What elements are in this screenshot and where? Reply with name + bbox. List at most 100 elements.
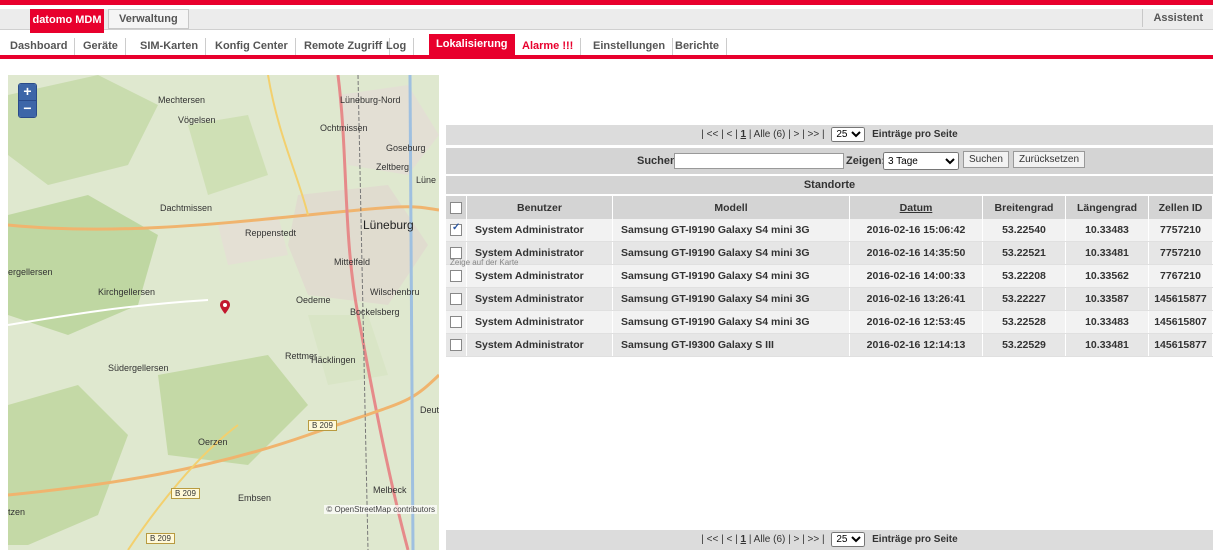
- cell-laengengrad: 10.33481: [1065, 241, 1149, 265]
- tab-berichte[interactable]: Berichte: [668, 38, 728, 55]
- nav-verwaltung[interactable]: Verwaltung: [108, 9, 189, 29]
- row-checkbox-cell: [446, 333, 467, 357]
- select-all-header: [446, 196, 467, 219]
- map-place-label: Vögelsen: [178, 115, 216, 125]
- table-row[interactable]: System AdministratorSamsung GT-I9190 Gal…: [446, 310, 1213, 334]
- row-checkbox-cell: [446, 287, 467, 311]
- cell-benutzer: System Administrator: [466, 310, 613, 334]
- main-tabs: Dashboard Geräte SIM-Karten Konfig Center Re…: [0, 34, 1213, 56]
- cell-benutzer: System Administrator: [466, 287, 613, 311]
- per-page-label: Einträge pro Seite: [872, 534, 958, 545]
- row-checkbox[interactable]: [450, 316, 462, 329]
- row-checkbox[interactable]: [450, 293, 462, 306]
- cell-laengengrad: 10.33483: [1065, 310, 1149, 334]
- pager-nav-rest[interactable]: | Alle (6) | > | >> |: [749, 534, 825, 545]
- map-place-label: Deut: [420, 405, 439, 415]
- table-row[interactable]: System Administrator Samsung GT-I9300 Gal…: [446, 333, 1213, 357]
- table-row[interactable]: System AdministratorSamsung GT-I9190 Gal…: [446, 219, 1213, 242]
- row-checkbox-cell: [446, 264, 467, 288]
- cell-benutzer: System Administrator: [466, 333, 613, 357]
- pager-nav-rest[interactable]: | Alle (6) | > | >> |: [749, 129, 825, 140]
- row-checkbox-cell: [446, 310, 467, 334]
- locations-panel: | << | < | 1 | Alle (6) | > | >> | 25 Ei…: [446, 75, 1213, 550]
- tab-konfig-center[interactable]: Konfig Center: [208, 38, 296, 55]
- cell-breitengrad: 53.22540: [982, 219, 1066, 242]
- col-laengengrad[interactable]: Längengrad: [1065, 196, 1149, 219]
- map-place-label: Lüne: [416, 175, 437, 185]
- table-row[interactable]: System AdministratorSamsung GT-I9190 Gal…: [446, 241, 1213, 265]
- pager-current-page[interactable]: 1: [741, 129, 747, 140]
- cell-modell: Samsung GT-I9190 Galaxy S4 mini 3G: [612, 241, 850, 265]
- map-place-label: Dachtmissen: [160, 203, 213, 213]
- map-view[interactable]: + − Mechtersen Lüneburg-Nord Vögelsen Ochtm…: [8, 75, 439, 550]
- map-place-label: Häcklingen: [311, 355, 356, 365]
- cell-benutzer: System Administrator: [466, 264, 613, 288]
- map-attribution[interactable]: © OpenStreetMap contributors: [324, 505, 437, 514]
- show-period-select[interactable]: 3 Tage: [883, 152, 959, 170]
- top-accent-bar: [0, 0, 1213, 5]
- cell-datum: 2016-02-16 15:06:42: [849, 219, 983, 242]
- cell-zellen-id: 145615877: [1148, 287, 1213, 311]
- select-all-checkbox[interactable]: [450, 201, 462, 214]
- nav-assistent[interactable]: Assistent: [1142, 9, 1213, 27]
- per-page-select[interactable]: 25: [831, 127, 866, 142]
- location-marker-icon[interactable]: [220, 300, 230, 314]
- zoom-in-button[interactable]: +: [19, 84, 36, 101]
- cell-modell: Samsung GT-I9190 Galaxy S4 mini 3G: [612, 264, 850, 288]
- col-benutzer[interactable]: Benutzer: [466, 196, 613, 219]
- map-place-label: Oerzen: [198, 437, 228, 447]
- cell-zellen-id: 7757210: [1148, 241, 1213, 265]
- pager-bottom: | << | < | 1 | Alle (6) | > | >> | 25 Ei…: [446, 530, 1213, 550]
- row-checkbox[interactable]: [450, 222, 462, 237]
- map-place-label: Reppenstedt: [245, 228, 297, 238]
- per-page-select[interactable]: 25: [831, 532, 866, 547]
- zoom-out-button[interactable]: −: [19, 101, 36, 117]
- table-row[interactable]: System AdministratorSamsung GT-I9190 Gal…: [446, 264, 1213, 288]
- row-tooltip: Zeige auf der Karte: [450, 258, 519, 267]
- map-place-label: Lüneburg: [363, 218, 414, 232]
- section-title: Standorte: [446, 176, 1213, 194]
- tab-einstellungen[interactable]: Einstellungen: [586, 38, 674, 55]
- brand-logo[interactable]: datomo MDM: [30, 9, 104, 33]
- pager-nav-first[interactable]: | << | < |: [701, 129, 737, 140]
- tab-alarme[interactable]: Alarme !!!: [515, 38, 582, 55]
- row-checkbox[interactable]: [450, 339, 462, 352]
- map-place-label: Ochtmissen: [320, 123, 368, 133]
- col-datum[interactable]: Datum: [849, 196, 983, 219]
- cell-laengengrad: 10.33587: [1065, 287, 1149, 311]
- top-navigation: Verwaltung Assistent: [0, 9, 1213, 30]
- map-place-label: Bockelsberg: [350, 307, 400, 317]
- per-page-label: Einträge pro Seite: [872, 129, 958, 140]
- tab-lokalisierung[interactable]: Lokalisierung: [429, 34, 515, 55]
- cell-zellen-id: 7767210: [1148, 264, 1213, 288]
- map-place-label: Melbeck: [373, 485, 407, 495]
- road-label: B 209: [171, 488, 200, 499]
- road-label: B 209: [308, 420, 337, 431]
- cell-breitengrad: 53.22529: [982, 333, 1066, 357]
- col-modell[interactable]: Modell: [612, 196, 850, 219]
- pager-current-page[interactable]: 1: [741, 534, 747, 545]
- row-checkbox-cell: [446, 219, 467, 242]
- tab-remote-zugriff[interactable]: Remote Zugriff: [297, 38, 391, 55]
- cell-breitengrad: 53.22227: [982, 287, 1066, 311]
- col-zellen-id[interactable]: Zellen ID: [1148, 196, 1213, 219]
- tab-dashboard[interactable]: Dashboard: [3, 38, 76, 55]
- reset-button[interactable]: Zurücksetzen: [1013, 151, 1086, 168]
- col-breitengrad[interactable]: Breitengrad: [982, 196, 1066, 219]
- table-row[interactable]: System AdministratorSamsung GT-I9190 Gal…: [446, 287, 1213, 311]
- cell-zellen-id: 145615807: [1148, 310, 1213, 334]
- search-button[interactable]: Suchen: [963, 151, 1009, 168]
- tab-geräte[interactable]: Geräte: [76, 38, 126, 55]
- tab-sim-karten[interactable]: SIM-Karten: [133, 38, 207, 55]
- tab-log[interactable]: Log: [379, 38, 415, 55]
- cell-datum: 2016-02-16 14:00:33: [849, 264, 983, 288]
- cell-breitengrad: 53.22521: [982, 241, 1066, 265]
- show-label: Zeigen:: [846, 155, 886, 167]
- map-place-label: tzen: [8, 507, 26, 517]
- cell-modell: Samsung GT-I9190 Galaxy S4 mini 3G: [612, 287, 850, 311]
- cell-datum: 2016-02-16 13:26:41: [849, 287, 983, 311]
- search-input[interactable]: [674, 153, 844, 169]
- search-bar: Suchen: Zeigen: 3 Tage Suchen Zurücksetz…: [446, 148, 1213, 174]
- pager-nav-first[interactable]: | << | < |: [701, 534, 737, 545]
- row-checkbox[interactable]: [450, 270, 462, 283]
